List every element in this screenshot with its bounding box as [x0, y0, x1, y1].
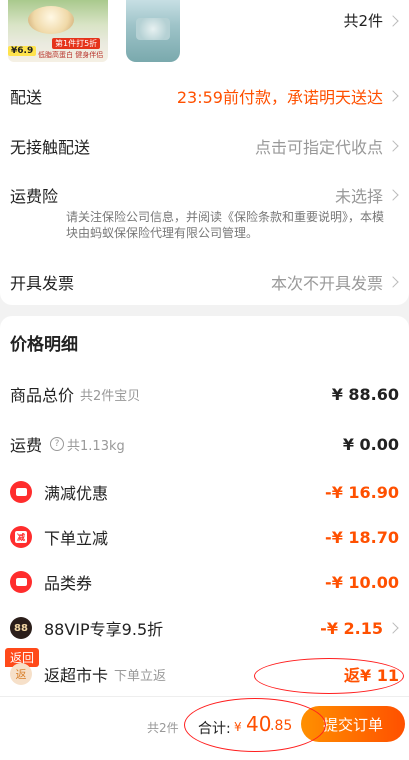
chevron-right-icon [387, 189, 399, 201]
item-count: 共2件 [343, 12, 383, 30]
promo-tag: 第1件打5折 [52, 38, 101, 49]
shipping-insurance-row[interactable]: 运费险 未选择 [10, 183, 399, 207]
order-options-card: 第1件打5折 ¥6.9 低脂高蛋白 健身伴侣 共2件 配送 23:59前付款，承… [0, 0, 409, 305]
items-total-label: 商品总价 [10, 386, 75, 405]
full-reduction-amount: -¥ 16.90 [325, 482, 399, 502]
help-icon[interactable]: ? [50, 437, 65, 451]
contactless-label: 无接触配送 [10, 138, 91, 157]
chevron-right-icon [387, 14, 399, 27]
shipping-insurance-value: 未选择 [334, 187, 383, 206]
category-coupon-label: 品类券 [44, 574, 93, 593]
vip-discount-row[interactable]: 88 88VIP专享9.5折 -¥ 2.15 [10, 616, 399, 640]
annotation-circle [254, 658, 404, 694]
chevron-right-icon [387, 276, 399, 288]
vip-amount: -¥ 2.15 [320, 618, 383, 638]
order-discount-label: 下单立减 [44, 529, 109, 548]
contactless-value: 点击可指定代收点 [254, 138, 383, 157]
supermarket-card-label: 返超市卡 [44, 666, 109, 685]
vip-label: 88VIP专享9.5折 [44, 620, 164, 639]
product-slogan: 低脂高蛋白 健身伴侣 [38, 51, 104, 59]
chevron-right-icon [387, 140, 399, 152]
coupon-icon [10, 481, 32, 503]
freight-amount: ¥ 0.00 [342, 434, 399, 454]
order-discount-amount: -¥ 18.70 [325, 527, 399, 547]
vip-icon: 88 [10, 617, 32, 639]
item-count-row[interactable]: 共2件 [10, 10, 399, 31]
freight-sub: 共1.13kg [67, 438, 125, 454]
insurance-note: 请关注保险公司信息，并阅读《保险条款和重要说明》，本模块由蚂蚁保保险代理有限公司… [66, 210, 385, 240]
chevron-right-icon [387, 90, 399, 102]
items-total-row: 商品总价 共2件宝贝 ¥ 88.60 [10, 382, 399, 406]
chevron-right-icon [387, 622, 399, 634]
product-price-tag: ¥6.9 [8, 46, 37, 56]
invoice-value: 本次不开具发票 [270, 274, 383, 293]
return-icon: 返 [10, 663, 32, 685]
invoice-row[interactable]: 开具发票 本次不开具发票 [10, 270, 399, 294]
order-discount-row: 减 下单立减 -¥ 18.70 [10, 525, 399, 549]
delivery-row[interactable]: 配送 23:59前付款，承诺明天送达 [10, 84, 399, 108]
discount-icon: 减 [10, 526, 32, 548]
shipping-insurance-label: 运费险 [10, 187, 59, 206]
items-total-amount: ¥ 88.60 [331, 384, 399, 404]
delivery-value: 23:59前付款，承诺明天送达 [176, 88, 383, 107]
invoice-label: 开具发票 [10, 274, 75, 293]
full-reduction-row: 满减优惠 -¥ 16.90 [10, 480, 399, 504]
freight-row: 运费 ? 共1.13kg ¥ 0.00 [10, 432, 399, 456]
full-reduction-label: 满减优惠 [44, 484, 109, 503]
category-coupon-amount: -¥ 10.00 [325, 572, 399, 592]
items-total-sub: 共2件宝贝 [80, 388, 141, 404]
delivery-label: 配送 [10, 88, 43, 107]
freight-label: 运费 [10, 436, 43, 455]
contactless-delivery-row[interactable]: 无接触配送 点击可指定代收点 [10, 134, 399, 158]
annotation-circle [184, 698, 326, 752]
category-coupon-row: 品类券 -¥ 10.00 [10, 570, 399, 594]
coupon-icon [10, 571, 32, 593]
supermarket-card-sub: 下单立返 [114, 668, 167, 684]
price-detail-title: 价格明细 [10, 335, 78, 355]
footer-count: 共2件 [147, 721, 179, 735]
